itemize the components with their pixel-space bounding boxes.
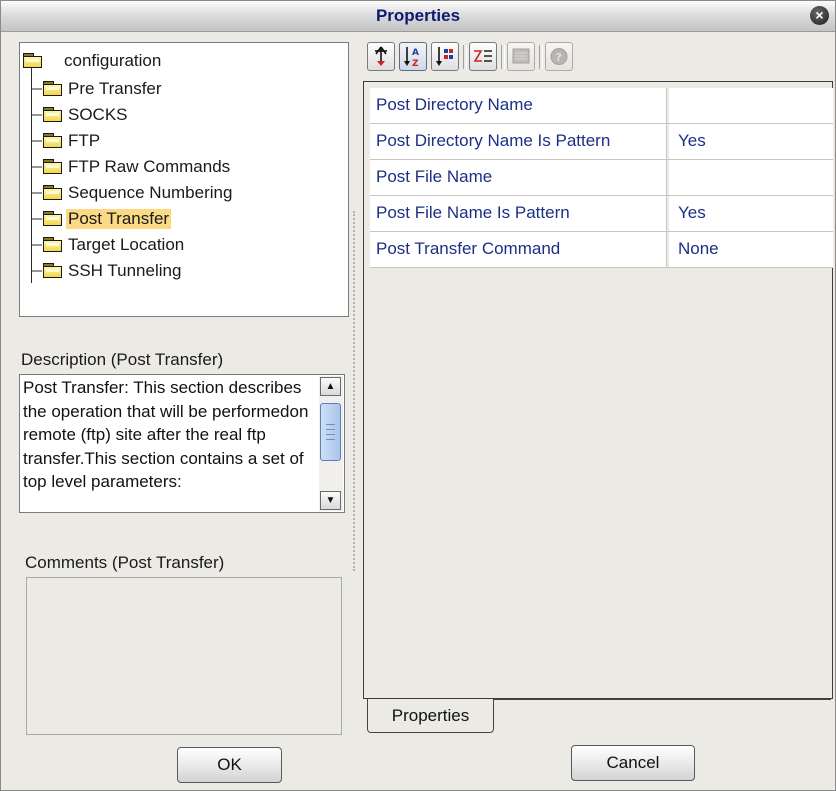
svg-text:Z: Z — [412, 59, 419, 69]
property-value[interactable] — [669, 88, 833, 123]
property-row-post-directory-name[interactable]: Post Directory Name — [370, 88, 833, 124]
sort-by-category-icon[interactable] — [367, 42, 395, 71]
tree-item-label: Sequence Numbering — [68, 183, 233, 202]
property-row-post-transfer-command[interactable]: Post Transfer Command None — [370, 232, 833, 268]
property-value[interactable] — [669, 160, 833, 195]
folder-icon — [43, 263, 63, 278]
tree-root-label: configuration — [64, 51, 162, 70]
sort-by-type-icon[interactable] — [431, 42, 459, 71]
tree-item-label: Target Location — [68, 235, 185, 254]
property-name: Post Directory Name Is Pattern — [370, 124, 667, 159]
folder-icon — [43, 211, 63, 226]
description-label: Description (Post Transfer) — [21, 350, 224, 369]
folder-icon — [23, 53, 43, 68]
property-name: Post Transfer Command — [370, 232, 667, 267]
svg-text:A: A — [412, 48, 419, 58]
cancel-button[interactable]: Cancel — [571, 745, 695, 781]
tree-item-label: Post Transfer — [66, 209, 172, 229]
tree-item-label: FTP — [68, 131, 101, 150]
property-grid: Post Directory Name Post Directory Name … — [370, 88, 833, 268]
property-value[interactable]: None — [669, 232, 833, 267]
tree-item-label: FTP Raw Commands — [68, 157, 231, 176]
property-value[interactable]: Yes — [669, 124, 833, 159]
property-name: Post File Name — [370, 160, 667, 195]
property-value[interactable]: Yes — [669, 196, 833, 231]
svg-text:?: ? — [556, 51, 562, 64]
tab-properties[interactable]: Properties — [367, 699, 494, 733]
scroll-up-icon[interactable]: ▲ — [320, 377, 341, 396]
property-name: Post File Name Is Pattern — [370, 196, 667, 231]
tab-strip-line — [494, 699, 831, 700]
folder-icon — [43, 133, 63, 148]
panel-splitter[interactable] — [353, 211, 359, 571]
comments-textarea[interactable] — [26, 577, 342, 735]
help-icon[interactable]: ? — [545, 42, 573, 71]
tree-item-label: SSH Tunneling — [68, 261, 182, 280]
description-scrollbar[interactable]: ▲ ▼ — [319, 376, 343, 511]
description-text: Post Transfer: This section describes th… — [23, 378, 309, 491]
ok-button[interactable]: OK — [177, 747, 282, 783]
folder-icon — [43, 107, 63, 122]
configuration-tree[interactable]: configuration Pre Transfer SOCKS FTP FTP… — [19, 42, 349, 317]
folder-icon — [43, 159, 63, 174]
property-name: Post Directory Name — [370, 88, 667, 123]
edit-properties-icon[interactable] — [507, 42, 535, 71]
folder-icon — [43, 185, 63, 200]
comments-label: Comments (Post Transfer) — [25, 553, 225, 572]
title-bar[interactable]: Properties × — [1, 1, 835, 32]
property-row-post-directory-name-is-pattern[interactable]: Post Directory Name Is Pattern Yes — [370, 124, 833, 160]
dialog-title: Properties — [375, 6, 461, 25]
scroll-down-icon[interactable]: ▼ — [320, 491, 341, 510]
property-row-post-file-name-is-pattern[interactable]: Post File Name Is Pattern Yes — [370, 196, 833, 232]
tree-item-label: SOCKS — [68, 105, 128, 124]
folder-icon — [43, 237, 63, 252]
folder-icon — [43, 81, 63, 96]
properties-dialog: Properties × configuration Pre Transfer … — [0, 0, 836, 791]
scroll-thumb[interactable] — [320, 403, 341, 461]
close-icon[interactable]: × — [810, 6, 829, 25]
toggle-properties-icon[interactable] — [469, 42, 497, 71]
description-textarea[interactable]: Post Transfer: This section describes th… — [19, 374, 345, 513]
tree-item-label: Pre Transfer — [68, 79, 162, 98]
property-row-post-file-name[interactable]: Post File Name — [370, 160, 833, 196]
sort-alphabetically-icon[interactable]: AZ — [399, 42, 427, 71]
